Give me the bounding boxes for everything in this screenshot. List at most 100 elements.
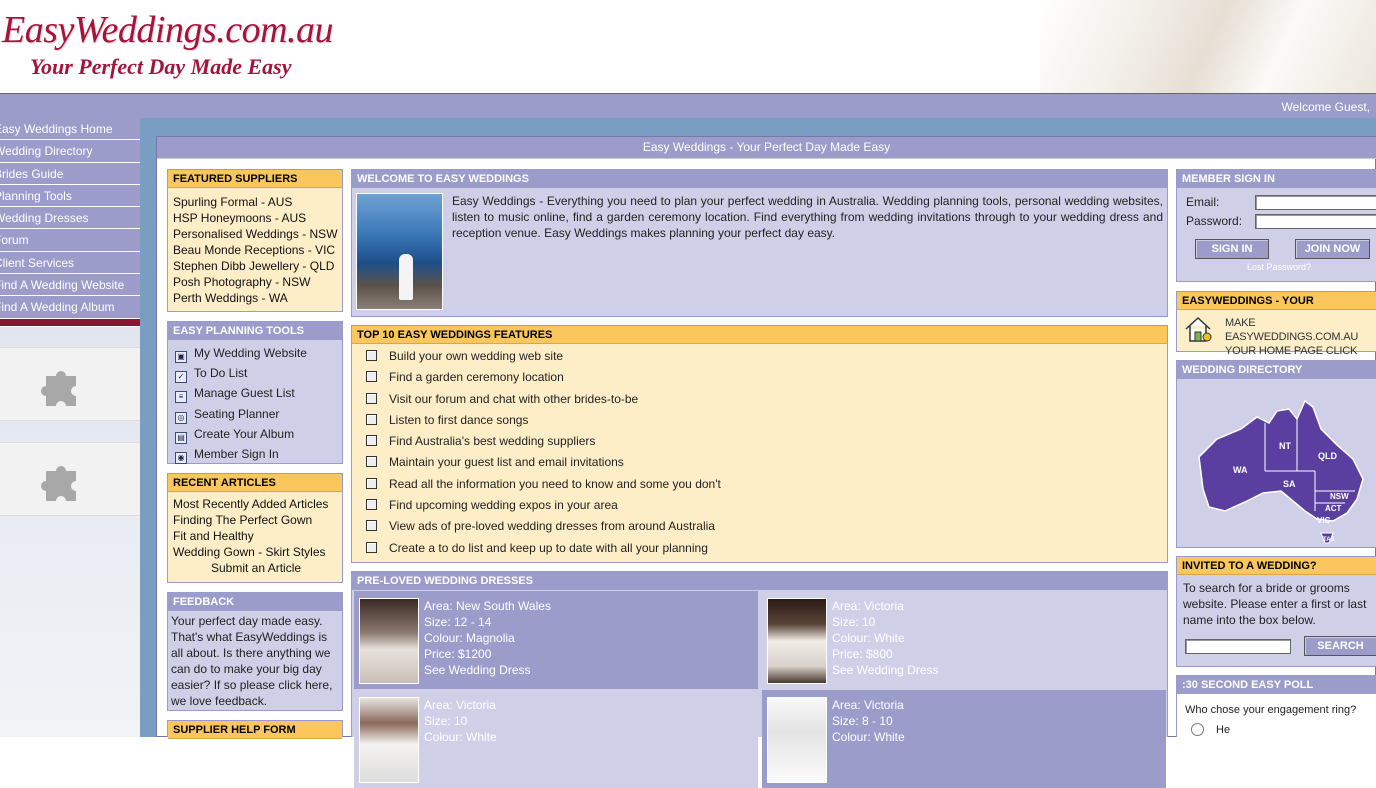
australia-map[interactable]: WA NT QLD SA NSW ACT VIC TAS: [1177, 379, 1376, 547]
invited-box: INVITED TO A WEDDING? To search for a br…: [1176, 556, 1376, 667]
invited-heading: INVITED TO A WEDDING?: [1177, 557, 1376, 575]
wedding-directory-box: WEDDING DIRECTORY WA NT QLD SA NSW ACT V…: [1176, 360, 1376, 548]
supplier-link[interactable]: Personalised Weddings - NSW: [173, 226, 342, 242]
article-link[interactable]: Fit and Healthy: [173, 528, 342, 544]
nav-item-home[interactable]: Easy Weddings Home: [0, 118, 140, 141]
tool-to-do-list[interactable]: ✓ To Do List: [175, 363, 342, 384]
nav-item-planning-tools[interactable]: Planning Tools: [0, 185, 140, 208]
supplier-link[interactable]: Spurling Formal - AUS: [173, 194, 342, 210]
welcome-photo: [356, 193, 443, 310]
seating-icon: ◎: [175, 411, 187, 424]
site-header: EasyWeddings.com.au Your Perfect Day Mad…: [0, 0, 1376, 93]
article-link[interactable]: Most Recently Added Articles: [173, 496, 342, 512]
nav-bottom-strip: [0, 318, 140, 326]
submit-article-link[interactable]: Submit an Article: [173, 560, 342, 576]
dresses-heading: PRE-LOVED WEDDING DRESSES: [352, 572, 1167, 590]
site-tagline: Your Perfect Day Made Easy: [30, 54, 292, 79]
supplier-link[interactable]: HSP Honeymoons - AUS: [173, 210, 342, 226]
nav-item-wedding-directory[interactable]: Wedding Directory: [0, 140, 140, 163]
feedback-heading: FEEDBACK: [168, 593, 342, 611]
feature-item: View ads of pre-loved wedding dresses fr…: [352, 516, 1167, 537]
map-label-tas[interactable]: TAS: [1323, 537, 1335, 543]
dress-photo[interactable]: [767, 697, 827, 783]
supplier-link[interactable]: Stephen Dibb Jewellery - QLD: [173, 258, 342, 274]
tool-seating-planner[interactable]: ◎ Seating Planner: [175, 404, 342, 424]
nav-item-wedding-dresses[interactable]: Wedding Dresses: [0, 207, 140, 230]
search-button[interactable]: SEARCH: [1304, 636, 1376, 656]
website-icon: ▣: [175, 351, 187, 363]
poll-heading: :30 SECOND EASY POLL: [1177, 676, 1376, 694]
map-label-qld[interactable]: QLD: [1318, 451, 1337, 461]
puzzle-icon: [38, 457, 86, 514]
welcome-bar: Welcome Guest,: [0, 93, 1376, 118]
list-icon: ≡: [175, 391, 187, 404]
feature-item: Build your own wedding web site: [352, 346, 1167, 367]
article-link[interactable]: Finding The Perfect Gown: [173, 512, 342, 528]
dress-listing[interactable]: Area: Victoria Size: 8 - 10 Colour: Whit…: [762, 690, 1166, 788]
feedback-text[interactable]: Your perfect day made easy. That's what …: [168, 611, 342, 710]
nav-item-find-website[interactable]: Find A Wedding Website: [0, 274, 140, 297]
dress-photo[interactable]: [359, 598, 419, 684]
dress-photo[interactable]: [359, 697, 419, 783]
nav-item-client-services[interactable]: Client Services: [0, 252, 140, 275]
join-now-button[interactable]: JOIN NOW: [1295, 239, 1370, 259]
member-signin-heading: MEMBER SIGN IN: [1177, 170, 1376, 188]
supplier-link[interactable]: Perth Weddings - WA: [173, 290, 342, 306]
email-field[interactable]: [1255, 195, 1376, 210]
tool-create-album[interactable]: ▤ Create Your Album: [175, 424, 342, 444]
member-signin-box: MEMBER SIGN IN Email: Password: SIGN IN …: [1176, 169, 1376, 282]
map-label-nsw[interactable]: NSW: [1330, 492, 1349, 501]
wedding-directory-heading: WEDDING DIRECTORY: [1177, 361, 1376, 379]
welcome-box: WELCOME TO EASY WEDDINGS Easy Weddings -…: [351, 169, 1168, 317]
featured-suppliers-box: FEATURED SUPPLIERS Spurling Formal - AUS…: [167, 169, 343, 312]
supplier-help-heading[interactable]: SUPPLIER HELP FORM: [168, 721, 342, 739]
map-label-vic[interactable]: VIC: [1317, 516, 1331, 525]
page-title-bar: Easy Weddings - Your Perfect Day Made Ea…: [157, 137, 1376, 159]
site-logo[interactable]: EasyWeddings.com.au: [2, 8, 334, 52]
checkbox-icon: [366, 541, 377, 553]
sign-in-button[interactable]: SIGN IN: [1195, 239, 1269, 259]
dress-photo[interactable]: [767, 598, 827, 684]
tool-my-website[interactable]: ▣ My Wedding Website: [175, 343, 342, 363]
checkbox-icon: [366, 371, 377, 383]
header-decoration-image: [1040, 0, 1376, 93]
lost-password-link[interactable]: Lost Password?: [1247, 262, 1311, 272]
name-search-input[interactable]: [1185, 639, 1291, 654]
checkbox-icon: [366, 350, 377, 361]
planning-tools-heading: EASY PLANNING TOOLS: [168, 322, 342, 340]
make-homepage-link[interactable]: MAKE EASYWEDDINGS.COM.AU YOUR HOME PAGE …: [1177, 310, 1376, 371]
map-label-nt[interactable]: NT: [1279, 441, 1291, 451]
nav-item-find-album[interactable]: Find A Wedding Album: [0, 296, 140, 319]
homepage-heading: EASYWEDDINGS - YOUR HOMEPAGE: [1177, 292, 1376, 325]
plugin-placeholder[interactable]: [0, 347, 140, 421]
feature-item: Read all the information you need to kno…: [352, 474, 1167, 495]
house-icon: [1183, 314, 1213, 344]
see-dress-link[interactable]: See Wedding Dress: [832, 662, 1166, 678]
nav-item-forum[interactable]: Forum: [0, 229, 140, 252]
dress-listing[interactable]: Area: Victoria Size: 10 Colour: White Pr…: [762, 591, 1166, 689]
sign-in-icon: ◉: [175, 451, 187, 464]
supplier-help-box: SUPPLIER HELP FORM: [167, 720, 343, 739]
checkbox-icon: [366, 477, 377, 489]
dress-listing[interactable]: Area: Victoria Size: 10 Colour: White: [354, 690, 758, 788]
map-label-wa[interactable]: WA: [1233, 465, 1248, 475]
password-field[interactable]: [1255, 214, 1376, 229]
features-heading: TOP 10 EASY WEDDINGS FEATURES: [352, 326, 1167, 344]
album-icon: ▤: [175, 431, 187, 444]
poll-option[interactable]: He: [1185, 723, 1230, 736]
map-label-sa[interactable]: SA: [1283, 479, 1296, 489]
see-dress-link[interactable]: See Wedding Dress: [424, 662, 758, 678]
tool-member-sign-in[interactable]: ◉ Member Sign In: [175, 444, 342, 464]
checkbox-icon: [366, 435, 377, 447]
dress-listing[interactable]: Area: New South Wales Size: 12 - 14 Colo…: [354, 591, 758, 689]
poll-box: :30 SECOND EASY POLL Who chose your enga…: [1176, 675, 1376, 738]
supplier-link[interactable]: Posh Photography - NSW: [173, 274, 342, 290]
nav-item-brides-guide[interactable]: Brides Guide: [0, 163, 140, 185]
article-link[interactable]: Wedding Gown - Skirt Styles: [173, 544, 342, 560]
supplier-link[interactable]: Beau Monde Receptions - VIC: [173, 242, 342, 258]
radio-button[interactable]: [1191, 723, 1204, 736]
tool-guest-list[interactable]: ≡ Manage Guest List: [175, 383, 342, 404]
recent-articles-heading: RECENT ARTICLES: [168, 474, 342, 492]
map-label-act[interactable]: ACT: [1325, 504, 1342, 513]
plugin-placeholder[interactable]: [0, 442, 140, 516]
